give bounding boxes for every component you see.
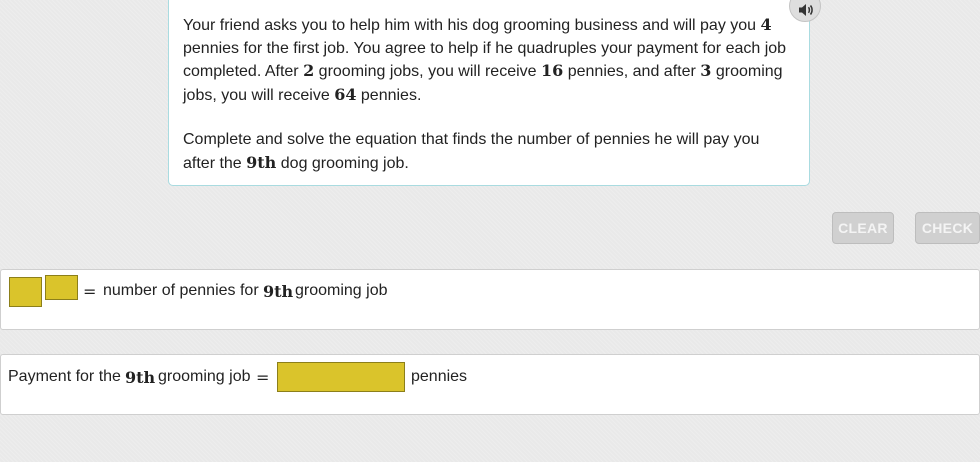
math-value: 9th [263,282,294,301]
math-value: 64 [334,84,357,104]
prompt-paragraph-1: Your friend asks you to help him with hi… [183,14,795,107]
prompt-text: pennies. [360,86,422,104]
answer-unit: pennies [411,368,468,385]
prompt-paragraph-2: Complete and solve the equation that fin… [183,129,795,175]
equation-text: number of pennies for [103,282,259,299]
math-value: 9th [246,152,277,172]
base-input-slot[interactable] [9,277,42,307]
equals-sign: = [83,282,97,301]
prompt-text: Your friend asks you to help him with hi… [183,17,757,34]
math-value: 4 [760,15,772,34]
equals-sign: = [256,368,270,387]
answer-label: Payment for the [8,368,121,385]
clear-button[interactable]: CLEAR [832,212,894,244]
prompt-text: dog grooming job. [280,154,409,172]
math-value: 2 [303,61,315,80]
math-value: 16 [541,61,564,80]
math-value: 3 [700,61,712,80]
prompt-text: pennies, and after [567,63,696,80]
answer-card: Payment for the 9th grooming job = penni… [0,354,980,415]
speaker-icon [799,4,813,16]
math-value: 9th [125,368,156,387]
answer-input-slot[interactable] [277,362,405,392]
equation-card: = number of pennies for 9th grooming job [0,269,980,330]
answer-label: grooming job [158,368,251,385]
exponent-input-slot[interactable] [45,275,78,300]
check-button[interactable]: CHECK [915,212,980,244]
prompt-text: grooming jobs, you will receive [318,63,537,80]
equation-text: grooming job [295,282,388,299]
problem-prompt: Your friend asks you to help him with hi… [168,0,810,186]
